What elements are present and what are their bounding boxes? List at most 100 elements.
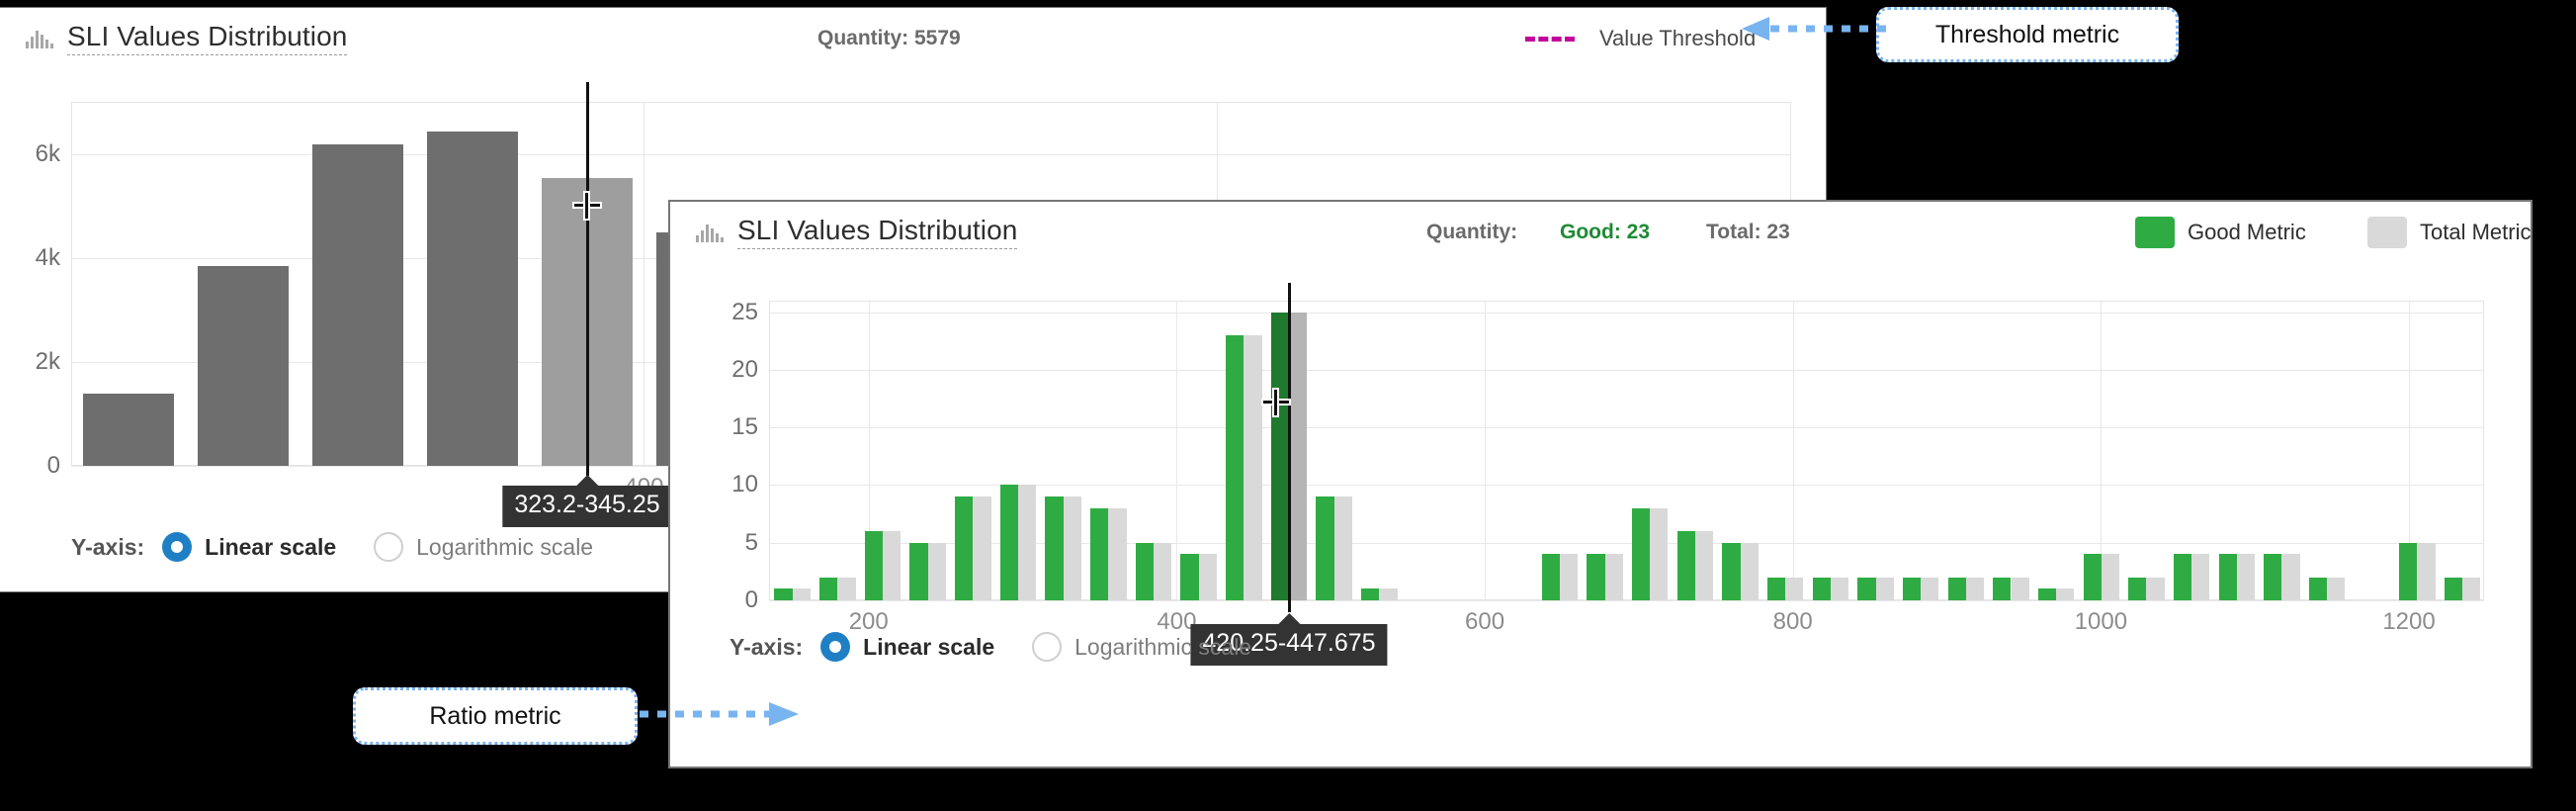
histogram-bar-good[interactable] xyxy=(1857,577,1876,600)
histogram-bar-total[interactable] xyxy=(2417,542,2436,600)
ratio-histogram-plot[interactable]: 0 5 10 15 20 25 200 400 600 800 1000 1200 xyxy=(731,283,2484,635)
histogram-bar-good[interactable] xyxy=(1226,334,1245,600)
histogram-bar-good[interactable] xyxy=(1631,507,1651,600)
histogram-bar-good[interactable] xyxy=(1722,542,1741,600)
legend-good-metric[interactable]: Good Metric xyxy=(2135,217,2306,248)
histogram-bar-total[interactable] xyxy=(2146,577,2165,600)
histogram-bar-total[interactable] xyxy=(1154,542,1172,600)
histogram-bar-good[interactable] xyxy=(1135,542,1154,600)
histogram-bar[interactable] xyxy=(82,394,175,466)
legend-label-threshold: Value Threshold xyxy=(1599,26,1757,50)
legend-label-total: Total Metric xyxy=(2420,220,2532,244)
histogram-bar-total[interactable] xyxy=(883,531,902,600)
radio-label-log-ratio[interactable]: Logarithmic scale xyxy=(1074,634,1251,661)
yaxis-scale-controls-ratio: Y-axis: Linear scale Logarithmic scale xyxy=(730,632,1289,662)
histogram-bar-good[interactable] xyxy=(1587,554,1605,600)
histogram-bar-good[interactable] xyxy=(1993,577,2012,600)
histogram-bar-total[interactable] xyxy=(1333,496,1352,600)
histogram-bar-total[interactable] xyxy=(1108,507,1127,600)
histogram-bar-total[interactable] xyxy=(1875,577,1894,600)
histogram-bar-total[interactable] xyxy=(1379,588,1398,600)
histogram-bar-good[interactable] xyxy=(1361,588,1380,600)
histogram-bar-good[interactable] xyxy=(774,588,793,600)
histogram-bar-good[interactable] xyxy=(2399,542,2418,600)
histogram-bar-good[interactable] xyxy=(1676,531,1695,600)
histogram-bar-total[interactable] xyxy=(2101,554,2120,600)
histogram-bar-total[interactable] xyxy=(1018,485,1037,600)
radio-label-linear-threshold[interactable]: Linear scale xyxy=(205,534,336,561)
histogram-bar-good[interactable] xyxy=(1180,554,1199,600)
histogram-bar-total[interactable] xyxy=(2191,554,2210,600)
histogram-bar-good[interactable] xyxy=(1766,577,1786,600)
histogram-bar-good[interactable] xyxy=(819,577,838,600)
tooltip-nib xyxy=(1277,613,1300,624)
histogram-bar-good[interactable] xyxy=(1902,577,1922,600)
histogram-bar-good[interactable] xyxy=(864,531,884,600)
histogram-bar-total[interactable] xyxy=(837,577,856,600)
histogram-bar-good[interactable] xyxy=(1270,312,1289,600)
histogram-bar-good[interactable] xyxy=(2173,554,2192,600)
histogram-bar[interactable] xyxy=(426,131,519,466)
histogram-bar-good[interactable] xyxy=(1541,554,1560,600)
histogram-bar-good[interactable] xyxy=(2308,577,2328,600)
histogram-bar-good[interactable] xyxy=(955,496,974,600)
histogram-bar-good[interactable] xyxy=(2128,577,2147,600)
histogram-bar-total[interactable] xyxy=(1604,554,1623,600)
radio-label-log-threshold[interactable]: Logarithmic scale xyxy=(416,534,593,561)
histogram-bar-total[interactable] xyxy=(1785,577,1804,600)
histogram-bar-total[interactable] xyxy=(1921,577,1939,600)
y-axis-tick-label: 15 xyxy=(731,413,758,441)
histogram-bar-total[interactable] xyxy=(1288,312,1308,600)
histogram-bar-good[interactable] xyxy=(1045,496,1064,600)
y-axis-tick-label: 0 xyxy=(744,586,758,613)
histogram-bar-total[interactable] xyxy=(2236,554,2256,600)
y-axis-tick-label: 10 xyxy=(731,471,758,498)
histogram-bar-total[interactable] xyxy=(792,588,811,600)
histogram-bar-total[interactable] xyxy=(1063,496,1081,600)
histogram-bar-total[interactable] xyxy=(2056,588,2075,600)
histogram-bar-good[interactable] xyxy=(1090,507,1109,600)
histogram-bar-good[interactable] xyxy=(909,542,928,600)
histogram-bar-good[interactable] xyxy=(2444,577,2463,600)
bar-chart-icon xyxy=(26,29,53,48)
histogram-bar-good[interactable] xyxy=(2037,588,2057,600)
gridline xyxy=(769,312,2484,314)
histogram-bar-total[interactable] xyxy=(1694,531,1714,600)
radio-log-scale-threshold[interactable] xyxy=(374,532,404,562)
histogram-bar-good[interactable] xyxy=(2218,554,2237,600)
y-axis-tick-label: 2k xyxy=(35,347,60,375)
histogram-bar-total[interactable] xyxy=(1830,577,1849,600)
histogram-bar[interactable] xyxy=(197,265,290,466)
legend-label-good: Good Metric xyxy=(2188,220,2306,244)
histogram-bar-total[interactable] xyxy=(1650,507,1669,600)
histogram-bar-total[interactable] xyxy=(2327,577,2346,600)
legend-total-metric[interactable]: Total Metric xyxy=(2367,217,2531,248)
histogram-bar-total[interactable] xyxy=(1559,554,1579,600)
histogram-bar-good[interactable] xyxy=(2264,554,2282,600)
gridline xyxy=(769,600,2484,601)
radio-linear-scale-threshold[interactable] xyxy=(162,532,193,562)
histogram-bar-good[interactable] xyxy=(999,485,1019,600)
hover-cursor-line xyxy=(1287,283,1291,612)
radio-linear-scale-ratio[interactable] xyxy=(820,632,851,662)
histogram-bar-good[interactable] xyxy=(1812,577,1831,600)
radio-label-linear-ratio[interactable]: Linear scale xyxy=(863,634,994,661)
legend-value-threshold[interactable]: Value Threshold xyxy=(1525,26,1756,51)
histogram-bar-total[interactable] xyxy=(1965,577,1985,600)
histogram-bar-total[interactable] xyxy=(973,496,991,600)
histogram-bar-good[interactable] xyxy=(1316,496,1334,600)
histogram-bar-total[interactable] xyxy=(2011,577,2029,600)
histogram-bar-good[interactable] xyxy=(1947,577,1966,600)
radio-log-scale-ratio[interactable] xyxy=(1032,632,1063,662)
histogram-bar-total[interactable] xyxy=(927,542,946,600)
quantity-total-ratio: Total: 23 xyxy=(1706,221,1790,243)
gridline xyxy=(1792,301,1794,600)
histogram-bar-total[interactable] xyxy=(2281,554,2300,600)
histogram-bar-total[interactable] xyxy=(1198,554,1217,600)
histogram-bar-total[interactable] xyxy=(2462,577,2481,600)
gridline xyxy=(1176,301,1178,600)
histogram-bar-good[interactable] xyxy=(2083,554,2102,600)
histogram-bar-total[interactable] xyxy=(1244,334,1262,600)
histogram-bar[interactable] xyxy=(311,144,404,466)
histogram-bar-total[interactable] xyxy=(1740,542,1759,600)
